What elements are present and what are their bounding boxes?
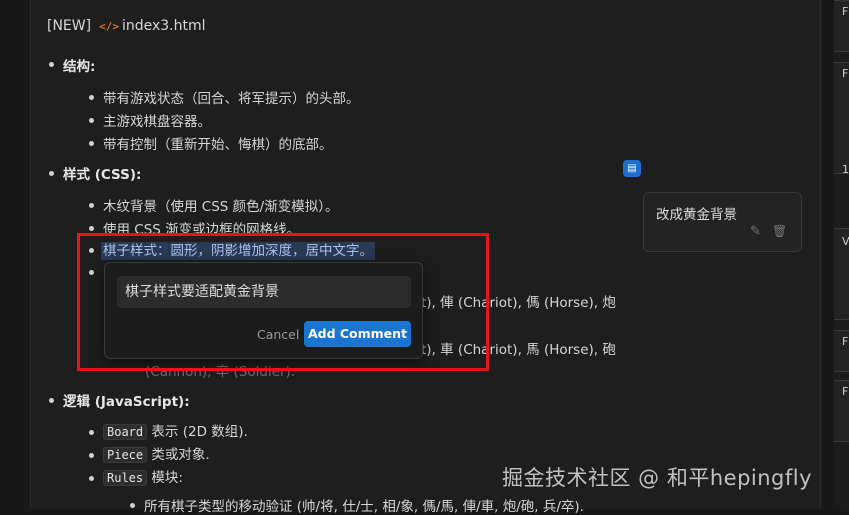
- annotation-highlight-box: [77, 233, 489, 371]
- list-item: Board 表示 (2D 数组).: [103, 420, 248, 440]
- bullet-dot: [89, 95, 94, 100]
- bullet-dot: [89, 430, 94, 435]
- bullet-dot: [89, 453, 94, 458]
- section-title-structure: 结构:: [63, 59, 96, 75]
- list-item: 主游戏棋盘容器。: [103, 114, 211, 130]
- list-item: Rules 模块:: [103, 466, 183, 486]
- new-tag: [NEW]: [47, 18, 92, 34]
- saved-comment-card[interactable]: 改成黄金背景 ✎ 🗑︎: [643, 192, 802, 252]
- pencil-icon[interactable]: ✎: [750, 224, 761, 239]
- right-card-3[interactable]: V: [834, 228, 849, 320]
- bullet-dot: [89, 476, 94, 481]
- bullet-dot: [49, 171, 54, 176]
- bullet-dot: [49, 398, 54, 403]
- list-item: Piece 类或对象.: [103, 443, 210, 463]
- bullet-dot: [89, 118, 94, 123]
- list-item: 所有棋子类型的移动验证 (帅/将, 仕/士, 相/象, 傌/馬, 俥/車, 炮/…: [144, 499, 584, 515]
- bullet-dot: [89, 203, 94, 208]
- right-card-4[interactable]: F: [834, 330, 849, 372]
- saved-comment-text: 改成黄金背景: [656, 207, 737, 223]
- file-link[interactable]: index3.html: [122, 18, 206, 34]
- list-item: 带有游戏状态（回合、将军提示）的头部。: [103, 91, 360, 107]
- bullet-dot: [49, 62, 54, 67]
- section-title-style: 样式 (CSS):: [63, 167, 142, 183]
- comment-marker-icon[interactable]: ▤: [623, 160, 641, 177]
- right-card-1[interactable]: F: [834, 0, 849, 52]
- list-item: 带有控制（重新开始、悔棋）的底部。: [103, 137, 333, 153]
- section-title-logic: 逻辑 (JavaScript):: [63, 394, 190, 410]
- watermark: 掘金技术社区 @ 和平hepingfly: [502, 466, 813, 490]
- code-icon: </>: [99, 20, 119, 33]
- bullet-dot: [89, 141, 94, 146]
- bullet-dot: [89, 226, 94, 231]
- list-item: 木纹背景（使用 CSS 颜色/渐变模拟）。: [103, 199, 339, 215]
- right-card-2[interactable]: F1: [834, 62, 849, 176]
- bullet-dot: [130, 503, 135, 508]
- right-card-5[interactable]: F: [834, 380, 849, 442]
- file-header: [NEW] </> index3.html: [47, 18, 206, 34]
- trash-icon[interactable]: 🗑︎: [772, 224, 787, 238]
